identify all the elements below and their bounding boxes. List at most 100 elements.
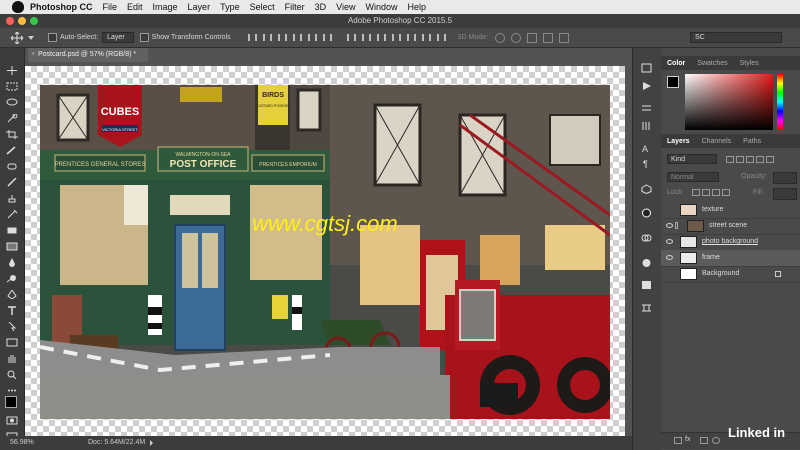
move-tool-icon[interactable] xyxy=(6,66,18,75)
align-right-icon[interactable] xyxy=(322,34,332,41)
scale-3d-icon[interactable] xyxy=(559,32,569,43)
auto-select-checkbox[interactable] xyxy=(48,33,57,42)
status-menu-arrow-icon[interactable] xyxy=(150,440,153,446)
visibility-eye-icon[interactable] xyxy=(666,239,673,244)
color-dock-icon[interactable] xyxy=(641,258,652,268)
eraser-tool-icon[interactable] xyxy=(6,226,18,235)
layer-row-photo-background[interactable]: photo background xyxy=(661,234,800,251)
tab-layers[interactable]: Layers xyxy=(661,138,696,145)
tab-color[interactable]: Color xyxy=(661,60,691,67)
lasso-tool-icon[interactable] xyxy=(6,98,18,107)
lock-position-icon[interactable] xyxy=(712,189,720,196)
minimize-window-button[interactable] xyxy=(18,17,26,25)
align-vcenter-icon[interactable] xyxy=(262,34,272,41)
orbit-3d-icon[interactable] xyxy=(495,32,505,43)
adjustment-layer-icon[interactable] xyxy=(712,437,720,444)
menu-help[interactable]: Help xyxy=(407,2,426,12)
link-layers-icon[interactable] xyxy=(674,437,682,444)
tab-swatches[interactable]: Swatches xyxy=(691,60,733,67)
postcard-image[interactable]: CUBES VICTORIA STREET BIRDS CUSTARD POWD… xyxy=(40,85,610,419)
layer-row-street-scene[interactable]: street scene xyxy=(661,218,800,235)
slide-3d-icon[interactable] xyxy=(543,32,553,43)
lock-all-icon[interactable] xyxy=(722,189,730,196)
menu-3d[interactable]: 3D xyxy=(315,2,327,12)
layer-row-frame[interactable]: frame xyxy=(661,250,800,267)
menu-layer[interactable]: Layer xyxy=(188,2,211,12)
close-document-icon[interactable]: × xyxy=(31,48,35,62)
pan-3d-icon[interactable] xyxy=(527,32,537,43)
auto-select-dropdown[interactable]: Layer xyxy=(102,32,134,43)
filter-shape-icon[interactable] xyxy=(756,156,764,163)
opacity-input[interactable] xyxy=(773,172,797,184)
eyedropper-tool-icon[interactable] xyxy=(6,146,18,155)
fill-input[interactable] xyxy=(773,188,797,200)
menu-window[interactable]: Window xyxy=(365,2,397,12)
filter-type-icon[interactable] xyxy=(746,156,754,163)
actions-play-icon[interactable] xyxy=(641,81,652,91)
gradient-tool-icon[interactable] xyxy=(6,242,18,251)
distribute-bottom-icon[interactable] xyxy=(376,34,386,41)
lock-image-icon[interactable] xyxy=(702,189,710,196)
blur-tool-icon[interactable] xyxy=(6,258,18,267)
move-tool-icon[interactable] xyxy=(10,31,24,44)
zoom-tool-icon[interactable] xyxy=(6,370,18,379)
marquee-tool-icon[interactable] xyxy=(6,82,18,91)
workspace-dropdown[interactable]: SC xyxy=(690,32,782,43)
close-window-button[interactable] xyxy=(6,17,14,25)
hue-slider[interactable] xyxy=(777,74,783,130)
apple-icon[interactable] xyxy=(12,1,24,13)
lock-transparent-icon[interactable] xyxy=(692,189,700,196)
distribute-top-icon[interactable] xyxy=(346,34,356,41)
healing-brush-tool-icon[interactable] xyxy=(6,162,18,171)
doc-size[interactable]: Doc: 5.64M/22.4M xyxy=(88,436,145,450)
tab-paths[interactable]: Paths xyxy=(737,138,767,145)
blend-mode-dropdown[interactable]: Normal xyxy=(667,172,719,182)
adjustments-icon[interactable] xyxy=(641,121,652,131)
tool-preset-chevron-icon[interactable] xyxy=(28,35,34,40)
document-tab[interactable]: × Postcard.psd @ 57% (RGB/8) * xyxy=(28,48,148,62)
filter-pixel-icon[interactable] xyxy=(726,156,734,163)
menu-select[interactable]: Select xyxy=(250,2,275,12)
swatches-dock-icon[interactable] xyxy=(641,280,652,290)
rectangle-tool-icon[interactable] xyxy=(6,338,18,347)
brush-settings-icon[interactable] xyxy=(641,208,652,218)
menu-filter[interactable]: Filter xyxy=(285,2,305,12)
quick-select-tool-icon[interactable] xyxy=(6,114,18,123)
paragraph-icon[interactable]: ¶ xyxy=(641,158,652,168)
path-selection-tool-icon[interactable] xyxy=(6,322,18,331)
zoom-window-button[interactable] xyxy=(30,17,38,25)
align-hcenter-icon[interactable] xyxy=(307,34,317,41)
menu-edit[interactable]: Edit xyxy=(127,2,143,12)
align-bottom-icon[interactable] xyxy=(277,34,287,41)
layer-row-background[interactable]: Background xyxy=(661,266,800,283)
dodge-tool-icon[interactable] xyxy=(6,274,18,283)
auto-align-icon[interactable] xyxy=(436,34,446,41)
filter-adjustment-icon[interactable] xyxy=(736,156,744,163)
align-left-icon[interactable] xyxy=(292,34,302,41)
show-transform-checkbox[interactable] xyxy=(139,33,149,42)
tab-styles[interactable]: Styles xyxy=(734,60,765,67)
3d-icon[interactable] xyxy=(641,184,652,194)
add-mask-icon[interactable] xyxy=(700,437,708,444)
menu-image[interactable]: Image xyxy=(153,2,178,12)
type-tool-icon[interactable] xyxy=(6,306,18,315)
fx-icon[interactable]: fx xyxy=(685,436,690,443)
color-field[interactable] xyxy=(685,74,773,130)
history-brush-tool-icon[interactable] xyxy=(6,210,18,219)
menu-type[interactable]: Type xyxy=(220,2,240,12)
distribute-left-icon[interactable] xyxy=(391,34,401,41)
edit-toolbar-icon[interactable] xyxy=(6,386,18,395)
distribute-right-icon[interactable] xyxy=(421,34,431,41)
tab-channels[interactable]: Channels xyxy=(696,138,738,145)
properties-icon[interactable] xyxy=(641,103,652,113)
clone-stamp-tool-icon[interactable] xyxy=(6,194,18,203)
distribute-vcenter-icon[interactable] xyxy=(361,34,371,41)
align-top-icon[interactable] xyxy=(247,34,257,41)
timeline-icon[interactable] xyxy=(641,303,652,313)
channels-icon[interactable] xyxy=(641,233,652,243)
app-menu[interactable]: Photoshop CC xyxy=(30,2,93,12)
hand-tool-icon[interactable] xyxy=(6,354,18,363)
character-icon[interactable]: A xyxy=(641,143,652,153)
menu-file[interactable]: File xyxy=(103,2,118,12)
color-foreground-swatch[interactable] xyxy=(667,76,679,88)
